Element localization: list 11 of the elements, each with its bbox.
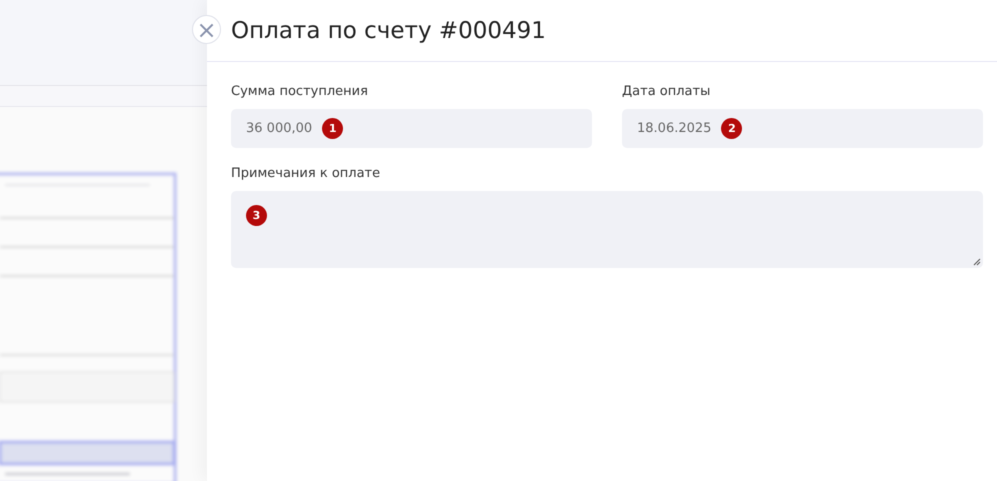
input-field[interactable]: 36 000,00 1 — [231, 109, 592, 148]
number-badge: 2 — [721, 118, 742, 139]
number-badge: 1 — [322, 118, 344, 139]
resize-grip-icon[interactable] — [973, 258, 981, 266]
panel-title: Оплата по счету #000491 — [231, 18, 546, 44]
notes-field[interactable]: 3 — [231, 191, 983, 268]
field-label: Сумма поступления — [231, 83, 368, 101]
input-field[interactable]: 18.06.2025 2 — [622, 109, 983, 148]
number-badge: 3 — [246, 205, 267, 226]
field-label: Дата оплаты — [622, 83, 710, 101]
field-label: Примечания к оплате — [231, 165, 380, 183]
